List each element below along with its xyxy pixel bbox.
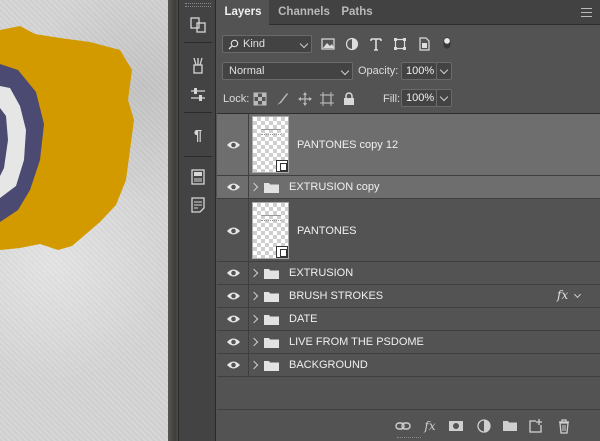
layer-row[interactable]: PANTONES [217, 199, 600, 262]
paragraph-icon[interactable]: ¶ [186, 124, 210, 146]
eye-icon[interactable] [226, 291, 241, 301]
delete-layer-icon[interactable] [556, 418, 572, 434]
strip-divider [184, 156, 212, 157]
expand-arrow-icon[interactable] [249, 291, 259, 301]
clone-source-icon[interactable] [186, 14, 210, 36]
properties-icon[interactable] [186, 166, 210, 188]
fill-field[interactable]: 100% [401, 89, 437, 107]
layer-name[interactable]: LIVE FROM THE PSDOME [289, 336, 424, 348]
layer-name[interactable]: BACKGROUND [289, 359, 368, 371]
folder-icon [264, 314, 279, 325]
layer-row[interactable]: BACKGROUND [217, 354, 600, 377]
opacity-field[interactable]: 100% [401, 62, 437, 80]
panel-resize-grip[interactable] [397, 437, 421, 440]
canvas-artwork [0, 26, 134, 250]
smart-object-badge-icon [276, 246, 288, 258]
tab-paths[interactable]: Paths [337, 0, 377, 25]
filter-toggle-icon[interactable] [439, 34, 455, 52]
strip-divider [184, 112, 212, 113]
folder-icon [264, 182, 279, 193]
smart-object-badge-icon [276, 160, 288, 172]
lock-all-icon[interactable] [342, 92, 356, 106]
brush-presets-icon[interactable] [186, 54, 210, 76]
layer-name[interactable]: EXTRUSION copy [289, 181, 379, 193]
image-filter-icon[interactable] [320, 37, 336, 51]
folder-icon [264, 291, 279, 302]
lock-position-icon[interactable] [298, 92, 312, 106]
document-canvas[interactable] [0, 0, 178, 441]
layer-thumbnail[interactable] [252, 202, 289, 259]
layer-name[interactable]: PANTONES [297, 225, 357, 237]
expand-arrow-icon[interactable] [249, 268, 259, 278]
strip-grip[interactable] [185, 3, 211, 7]
eye-icon[interactable] [226, 337, 241, 347]
eye-icon[interactable] [226, 314, 241, 324]
torn-edge-wood [168, 0, 178, 441]
layer-row[interactable]: BRUSH STROKES fx [217, 285, 600, 308]
blend-mode-value: Normal [229, 65, 265, 77]
expand-arrow-icon[interactable] [249, 314, 259, 324]
chevron-down-icon [340, 66, 350, 76]
eye-icon[interactable] [226, 360, 241, 370]
tab-layers[interactable]: Layers [217, 0, 269, 26]
folder-icon [264, 360, 279, 371]
layer-row[interactable]: LIVE FROM THE PSDOME [217, 331, 600, 354]
layer-row[interactable]: PANTONES copy 12 [217, 114, 600, 176]
layer-row[interactable]: DATE [217, 308, 600, 331]
panel-tab-bar: Layers Channels Paths [217, 0, 600, 26]
folder-icon [264, 337, 279, 348]
add-mask-icon[interactable] [448, 418, 464, 434]
chevron-down-icon [299, 39, 309, 49]
filter-kind-label: Kind [243, 38, 266, 50]
notes-icon[interactable] [186, 194, 210, 216]
shape-filter-icon[interactable] [392, 37, 408, 51]
lock-image-pixels-icon[interactable] [275, 92, 289, 106]
layers-list: PANTONES copy 12 EXTRUSION copy PANTONES [217, 113, 600, 409]
expand-arrow-icon[interactable] [249, 337, 259, 347]
layer-name[interactable]: BRUSH STROKES [289, 290, 383, 302]
layer-name[interactable]: PANTONES copy 12 [297, 139, 398, 151]
eye-icon[interactable] [226, 268, 241, 278]
adjustment-layer-icon[interactable] [476, 418, 492, 434]
fill-slider-button[interactable] [436, 89, 452, 107]
layer-row[interactable]: EXTRUSION [217, 262, 600, 285]
opacity-label: Opacity: [358, 65, 399, 77]
fill-label: Fill: [383, 93, 401, 105]
eye-icon[interactable] [226, 140, 241, 150]
folder-icon [264, 268, 279, 279]
strip-divider [184, 42, 212, 43]
chevron-down-icon [439, 92, 449, 102]
lock-label: Lock: [223, 93, 250, 105]
layer-effects-icon[interactable]: fx [557, 288, 568, 302]
layer-row[interactable]: EXTRUSION copy [217, 176, 600, 199]
opacity-slider-button[interactable] [436, 62, 452, 80]
link-layers-icon[interactable] [395, 418, 411, 434]
expand-arrow-icon[interactable] [249, 360, 259, 370]
brush-settings-icon[interactable] [186, 84, 210, 106]
expand-arrow-icon[interactable] [249, 182, 259, 192]
layer-name[interactable]: EXTRUSION [289, 267, 353, 279]
adjustment-filter-icon[interactable] [344, 37, 360, 51]
layers-bottom-bar: fx [217, 409, 600, 441]
eye-icon[interactable] [226, 226, 241, 236]
lock-artboard-icon[interactable] [320, 92, 334, 106]
lock-transparent-pixels-icon[interactable] [253, 92, 267, 106]
panel-menu-icon[interactable] [581, 8, 592, 17]
chevron-down-icon[interactable] [573, 290, 582, 299]
layers-panel: Layers Channels Paths Kind Normal Opacit… [217, 0, 600, 441]
type-filter-icon[interactable] [368, 37, 384, 51]
collapsed-panel-strip: ¶ [178, 0, 216, 441]
chevron-down-icon [439, 65, 449, 75]
add-style-icon[interactable]: fx [422, 418, 438, 434]
eye-icon[interactable] [226, 182, 241, 192]
blend-mode-select[interactable]: Normal [222, 62, 353, 80]
layer-thumbnail[interactable] [252, 116, 289, 173]
new-layer-icon[interactable] [528, 418, 544, 434]
tab-channels[interactable]: Channels [273, 0, 335, 25]
layer-name[interactable]: DATE [289, 313, 318, 325]
filter-kind-select[interactable]: Kind [222, 35, 312, 53]
smart-object-filter-icon[interactable] [416, 37, 432, 51]
new-group-icon[interactable] [502, 418, 518, 434]
search-icon [228, 39, 239, 50]
